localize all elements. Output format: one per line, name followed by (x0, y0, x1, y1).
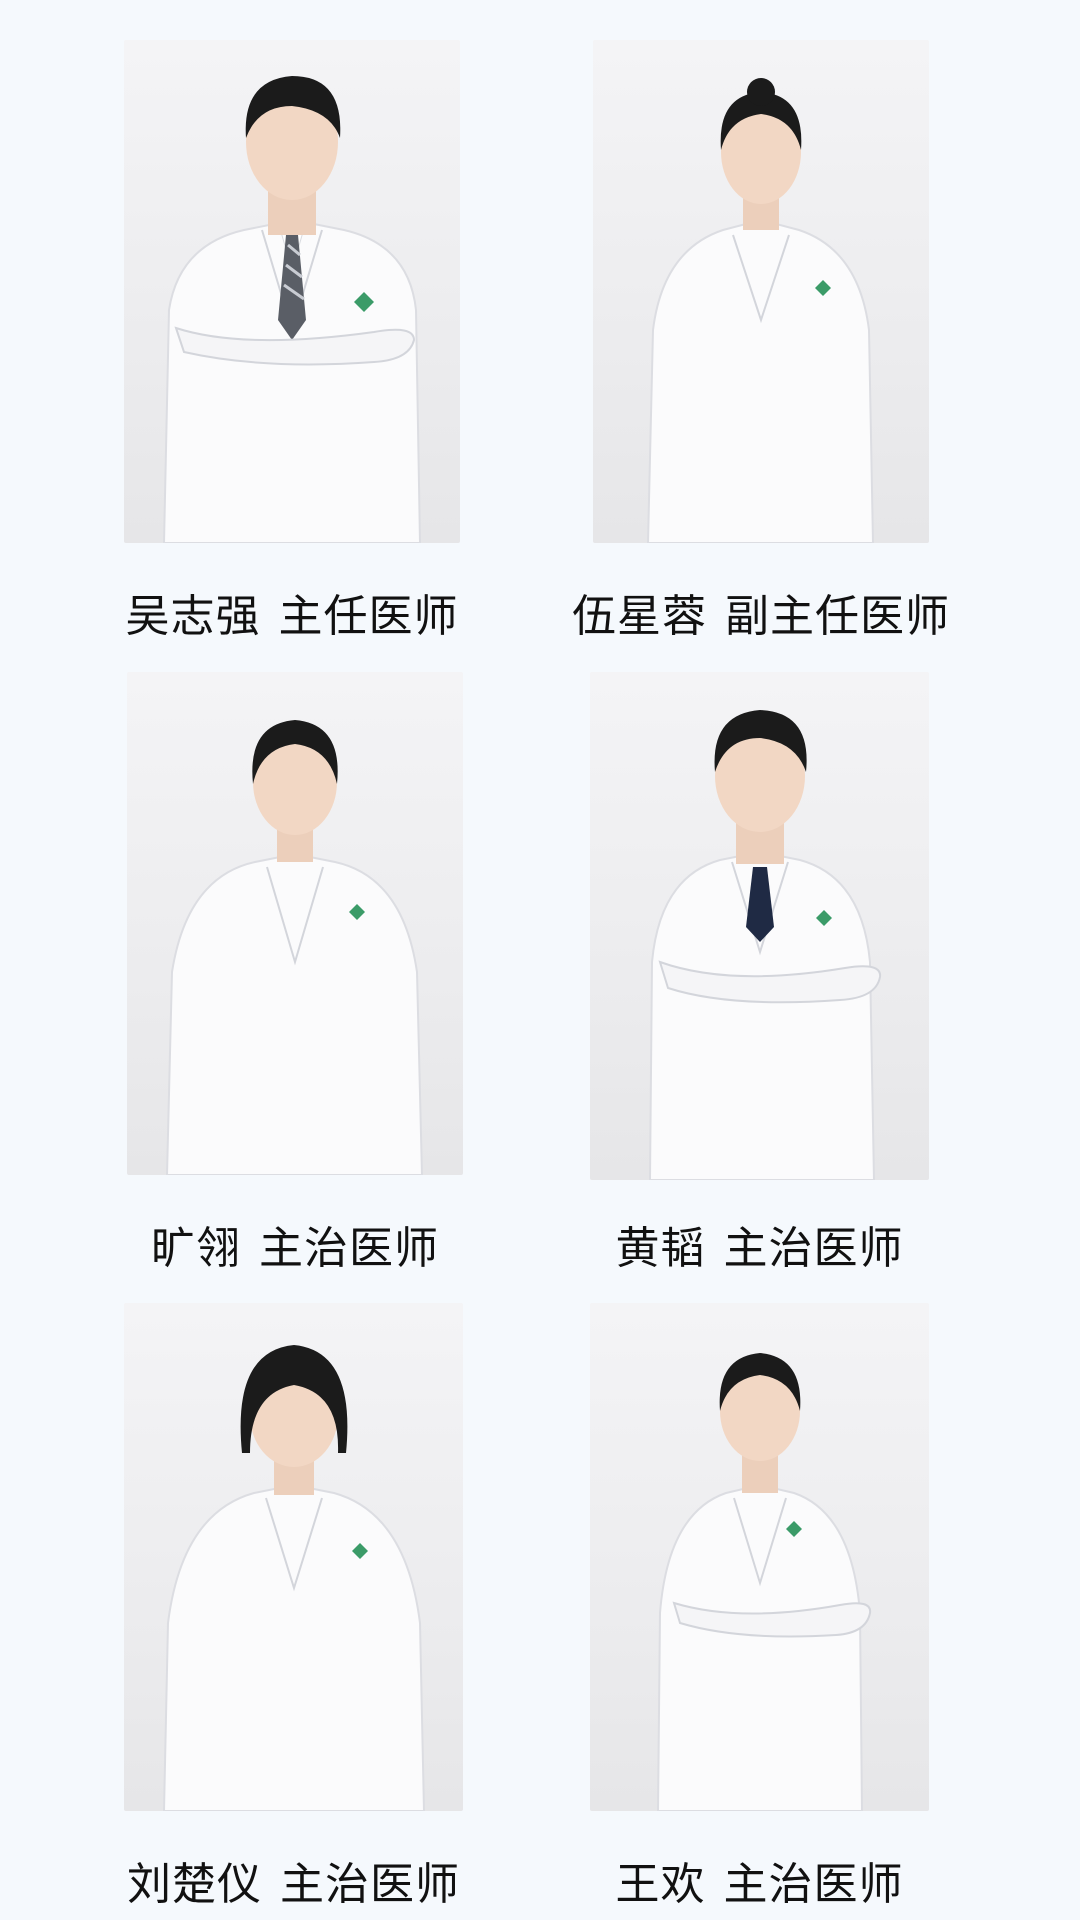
doctor-caption: 伍星蓉 副主任医师 (553, 580, 969, 644)
doctor-title: 主治医师 (723, 1859, 904, 1910)
doctor-photo (127, 672, 463, 1175)
doctor-caption: 王欢 主治医师 (550, 1848, 969, 1912)
doctor-caption: 旷翎 主治医师 (87, 1212, 503, 1276)
doctor-card: 王欢 主治医师 (590, 1303, 929, 1910)
doctor-title: 主治医师 (280, 1859, 460, 1910)
doctor-name: 刘楚仪 (127, 1859, 262, 1910)
doctor-name: 旷翎 (151, 1223, 241, 1274)
doctor-card: 旷翎 主治医师 (127, 672, 463, 1274)
doctor-title: 主任医师 (278, 591, 459, 642)
doctor-illustration (656, 1353, 872, 1811)
doctor-name: 吴志强 (125, 591, 261, 642)
doctor-caption: 黄韬 主治医师 (550, 1212, 969, 1276)
doctor-illustration (165, 720, 424, 1175)
doctor-name: 黄韬 (615, 1223, 706, 1274)
doctor-card: 伍星蓉 副主任医师 (572, 40, 949, 642)
doctor-card: 黄韬 主治医师 (590, 672, 929, 1274)
doctor-caption: 刘楚仪 主治医师 (84, 1848, 503, 1912)
doctor-photo (593, 40, 929, 543)
doctor-card: 吴志强 主任医师 (124, 40, 460, 642)
doctor-photo (124, 1303, 463, 1811)
doctor-illustration (646, 78, 875, 543)
doctor-name: 伍星蓉 (572, 591, 707, 642)
doctor-photo (590, 672, 929, 1180)
doctor-name: 王欢 (615, 1859, 706, 1910)
doctor-illustration (648, 710, 882, 1180)
doctor-card: 刘楚仪 主治医师 (124, 1303, 463, 1910)
doctor-illustration (162, 76, 422, 543)
doctor-title: 主治医师 (723, 1223, 904, 1274)
doctor-title: 副主任医师 (725, 591, 950, 642)
doctor-photo (124, 40, 460, 543)
doctor-title: 主治医师 (259, 1223, 439, 1274)
doctor-photo (590, 1303, 929, 1811)
doctor-caption: 吴志强 主任医师 (84, 580, 500, 644)
doctor-illustration (162, 1345, 426, 1811)
